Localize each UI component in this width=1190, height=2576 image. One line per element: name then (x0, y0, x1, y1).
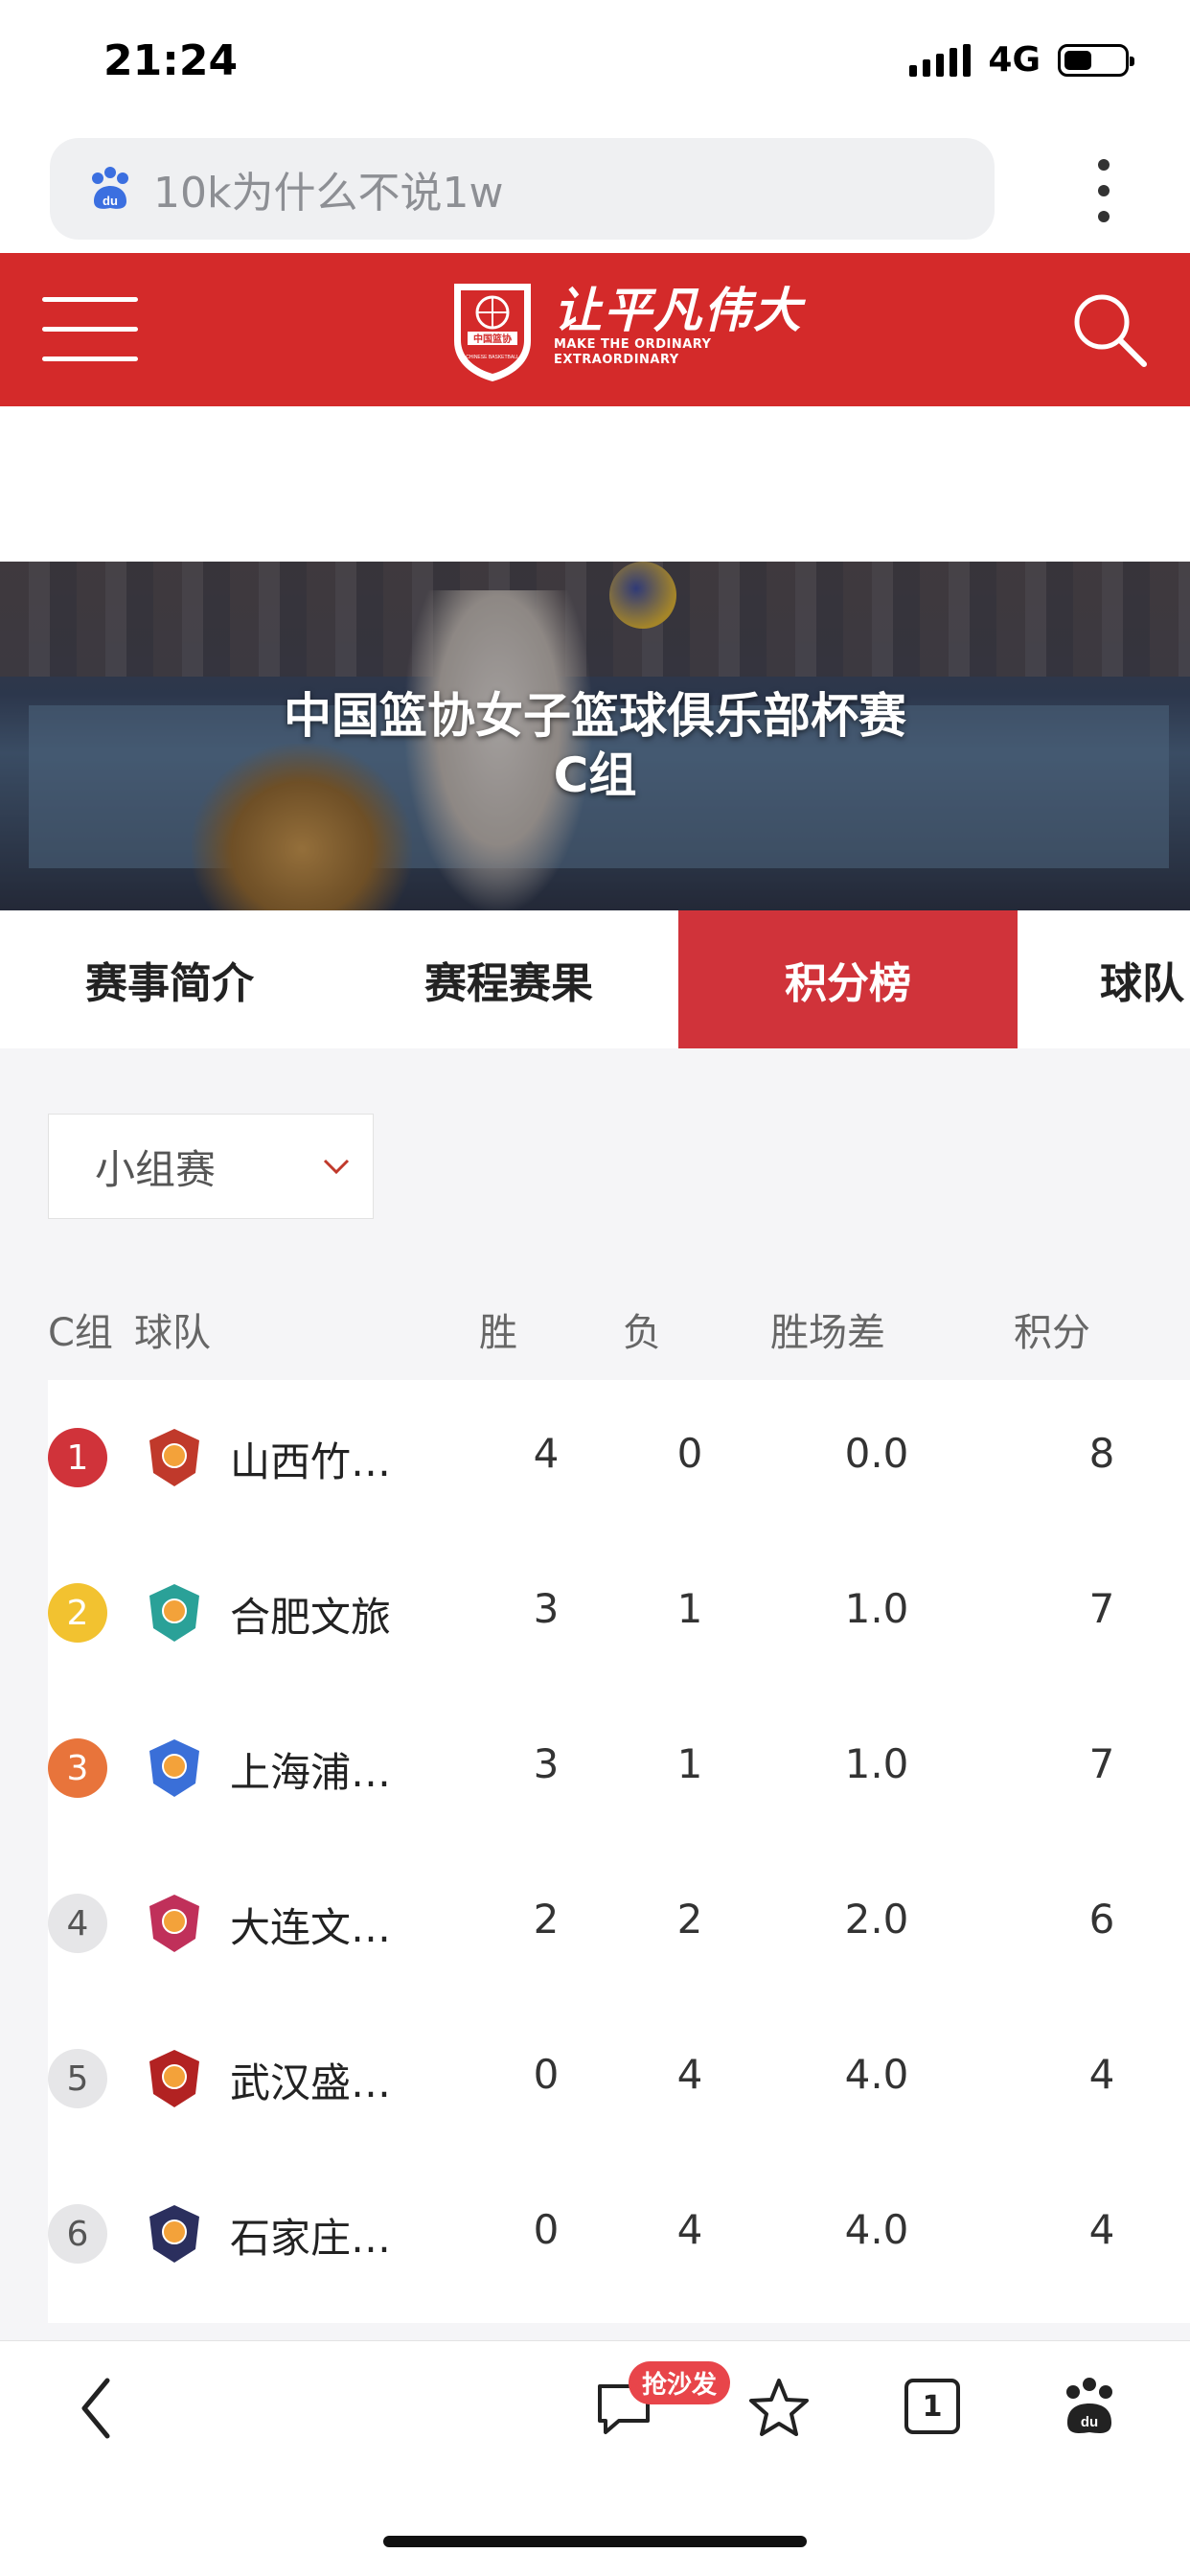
header-points: 积分 (1014, 1311, 1090, 1355)
cell-loss: 1 (676, 1740, 703, 1787)
team-name[interactable]: 石家庄… (230, 2206, 391, 2265)
team-logo-icon (149, 1895, 199, 1952)
baidu-paw-icon: du (92, 167, 128, 209)
header-diff: 胜场差 (770, 1311, 885, 1355)
network-type: 4G (988, 40, 1041, 80)
cell-diff: 0.0 (844, 1430, 909, 1477)
team-name[interactable]: 上海浦… (230, 1740, 391, 1799)
cell-loss: 4 (676, 2206, 703, 2253)
cell-points: 8 (1088, 1430, 1115, 1477)
cell-win: 0 (533, 2206, 560, 2253)
cell-loss: 4 (676, 2051, 703, 2098)
more-options-icon[interactable] (1097, 159, 1110, 222)
search-icon[interactable] (1069, 289, 1150, 370)
header-win: 胜 (479, 1311, 517, 1355)
team-name[interactable]: 山西竹… (230, 1430, 391, 1488)
cell-loss: 0 (676, 1430, 703, 1477)
svg-text:du: du (103, 194, 118, 208)
rank-badge: 6 (48, 2204, 107, 2264)
svg-text:中国篮协: 中国篮协 (473, 333, 512, 345)
rank-badge: 1 (48, 1428, 107, 1487)
cell-points: 4 (1088, 2051, 1115, 2098)
banner-title-line2: C组 (553, 748, 637, 803)
svg-text:du: du (1081, 2414, 1098, 2430)
cell-win: 0 (533, 2051, 560, 2098)
cell-loss: 1 (676, 1585, 703, 1632)
table-row[interactable]: 6 石家庄… 0 4 4.0 4 (48, 2156, 1190, 2312)
rank-badge: 2 (48, 1583, 107, 1643)
tab-standings[interactable]: 积分榜 (678, 910, 1018, 1048)
standings-table: 1 山西竹… 4 0 0.0 8 2 合肥文旅 3 1 1.0 7 3 上海浦… 3 1 1.0 7 4 大连文… 2 2… (48, 1380, 1190, 2323)
tab-intro[interactable]: 赛事简介 (0, 910, 339, 1048)
cell-points: 7 (1088, 1585, 1115, 1632)
status-indicators: 4G (909, 40, 1134, 80)
team-name[interactable]: 合肥文旅 (230, 1585, 391, 1644)
cell-win: 3 (533, 1740, 560, 1787)
signal-icon (909, 43, 972, 77)
menu-icon[interactable] (42, 297, 138, 361)
table-row[interactable]: 2 合肥文旅 3 1 1.0 7 (48, 1535, 1190, 1690)
search-bar[interactable]: du 10k为什么不说1w (50, 138, 995, 240)
back-arrow-icon[interactable] (77, 2375, 115, 2442)
chevron-down-icon (323, 1159, 350, 1175)
table-row[interactable]: 1 山西竹… 4 0 0.0 8 (48, 1380, 1190, 1535)
rank-badge: 4 (48, 1894, 107, 1953)
cell-diff: 1.0 (844, 1740, 909, 1787)
standings-header: C组 球队 胜 负 胜场差 积分 (0, 1290, 1190, 1380)
cba-logo-icon[interactable]: 中国篮协 CHINESE BASKETBALL (446, 274, 538, 383)
cell-win: 2 (533, 1896, 560, 1943)
header-team: 球队 (134, 1311, 211, 1355)
battery-icon (1058, 43, 1134, 77)
svg-text:CHINESE BASKETBALL: CHINESE BASKETBALL (466, 355, 519, 360)
team-logo-icon (149, 2205, 199, 2263)
cell-diff: 4.0 (844, 2206, 909, 2253)
comment-badge: 抢沙发 (629, 2361, 731, 2404)
table-row[interactable]: 3 上海浦… 3 1 1.0 7 (48, 1690, 1190, 1846)
status-time: 21:24 (103, 36, 239, 85)
cell-diff: 4.0 (844, 2051, 909, 2098)
slogan-en-1: MAKE THE ORDINARY (554, 337, 712, 352)
stage-dropdown-value: 小组赛 (95, 1145, 217, 1193)
cell-win: 4 (533, 1430, 560, 1477)
table-row[interactable]: 4 大连文… 2 2 2.0 6 (48, 1846, 1190, 2001)
stage-dropdown[interactable]: 小组赛 (48, 1114, 374, 1219)
team-name[interactable]: 武汉盛… (230, 2051, 391, 2109)
cell-win: 3 (533, 1585, 560, 1632)
team-logo-icon (149, 2050, 199, 2107)
table-row[interactable]: 5 武汉盛… 0 4 4.0 4 (48, 2001, 1190, 2156)
baidu-home-icon[interactable]: du (1060, 2375, 1119, 2438)
search-query-text: 10k为什么不说1w (153, 169, 504, 218)
tabs-count-button[interactable]: 1 (904, 2379, 960, 2434)
brand-slogan: 让平凡伟大 MAKE THE ORDINARY EXTRAORDINARY (554, 284, 803, 368)
header-loss: 负 (623, 1311, 661, 1355)
cell-points: 4 (1088, 2206, 1115, 2253)
team-name[interactable]: 大连文… (230, 1896, 391, 1954)
favorite-star-icon[interactable] (745, 2375, 812, 2442)
banner-title: 中国篮协女子篮球俱乐部杯赛 C组 (0, 686, 1190, 805)
cell-loss: 2 (676, 1896, 703, 1943)
event-banner: 中国篮协女子篮球俱乐部杯赛 C组 (0, 562, 1190, 910)
cell-diff: 1.0 (844, 1585, 909, 1632)
rank-badge: 3 (48, 1738, 107, 1798)
slogan-en-2: EXTRAORDINARY (554, 353, 679, 367)
tab-bar: 赛事简介 赛程赛果 积分榜 球队 (0, 910, 1190, 1048)
header-group: C组 (48, 1311, 113, 1355)
cell-points: 7 (1088, 1740, 1115, 1787)
team-logo-icon (149, 1584, 199, 1642)
cell-points: 6 (1088, 1896, 1115, 1943)
slogan-cn: 让平凡伟大 (554, 283, 803, 338)
team-logo-icon (149, 1429, 199, 1486)
tab-schedule[interactable]: 赛程赛果 (339, 910, 678, 1048)
banner-title-line1: 中国篮协女子篮球俱乐部杯赛 (284, 688, 906, 744)
rank-badge: 5 (48, 2049, 107, 2108)
tab-teams[interactable]: 球队 (1018, 910, 1190, 1048)
cell-diff: 2.0 (844, 1896, 909, 1943)
home-indicator[interactable] (383, 2536, 807, 2547)
team-logo-icon (149, 1739, 199, 1797)
